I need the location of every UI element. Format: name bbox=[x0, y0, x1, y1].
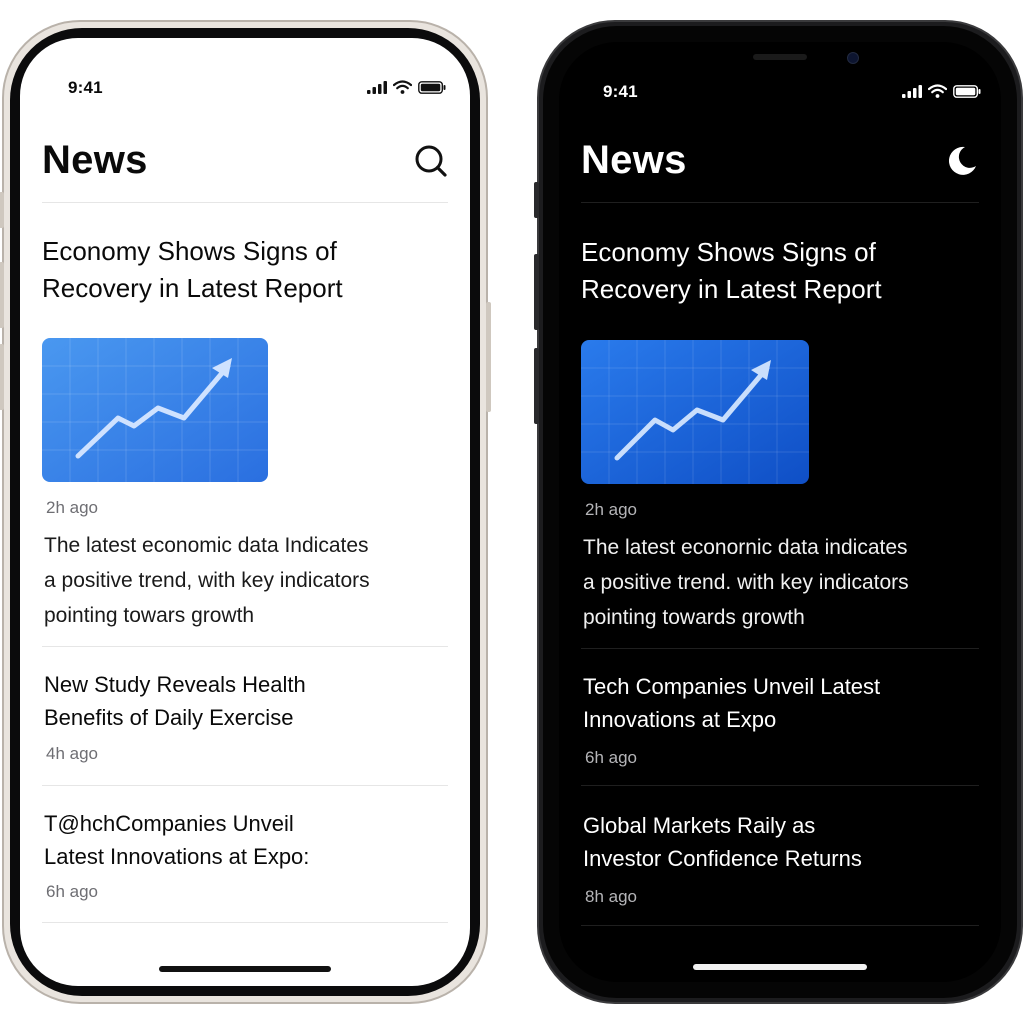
featured-headline: Economy Shows Signs of Recovery in Lates… bbox=[42, 233, 422, 307]
power-button bbox=[486, 302, 491, 412]
featured-headline-line: Recovery in Latest Report bbox=[581, 274, 882, 304]
home-indicator[interactable] bbox=[159, 966, 331, 972]
volume-up-button bbox=[0, 262, 4, 328]
status-bar: 9:41 bbox=[559, 82, 1001, 106]
article-title: New Study Reveals Health Benefits of Dai… bbox=[44, 668, 424, 734]
featured-image bbox=[581, 340, 809, 484]
article-title-line: Tech Companies Unveil Latest bbox=[583, 674, 881, 699]
featured-description-line: The latest economic data Indicates bbox=[44, 534, 369, 557]
featured-description-line: pointing towars growth bbox=[44, 604, 255, 627]
page-title: News bbox=[581, 138, 687, 182]
featured-time: 2h ago bbox=[46, 498, 98, 517]
moon-icon[interactable] bbox=[945, 144, 979, 178]
article-time: 6h ago bbox=[585, 748, 637, 767]
volume-up-button bbox=[534, 254, 539, 330]
featured-headline-line: Economy Shows Signs of bbox=[42, 236, 337, 266]
trend-chart-icon bbox=[42, 338, 268, 482]
article-title: T@hchCompanies Unveil Latest Innovations… bbox=[44, 807, 424, 873]
volume-down-button bbox=[0, 344, 4, 410]
featured-description: The latest economic data Indicates a pos… bbox=[44, 528, 444, 633]
status-bar: 9:41 bbox=[20, 78, 470, 102]
article-title: Tech Companies Unveil Latest Innovations… bbox=[583, 670, 963, 736]
featured-headline-line: Economy Shows Signs of bbox=[581, 237, 876, 267]
featured-description-line: pointing towards growth bbox=[583, 606, 805, 629]
dark-screen: 9:41 News Economy Shows Signs of Recover… bbox=[559, 42, 1001, 982]
front-camera bbox=[847, 52, 859, 64]
page-title: News bbox=[42, 138, 148, 182]
trend-chart-icon bbox=[581, 340, 809, 484]
article-divider bbox=[581, 785, 979, 786]
search-icon[interactable] bbox=[414, 144, 448, 178]
article-title-line: Benefits of Daily Exercise bbox=[44, 705, 294, 730]
article-divider bbox=[581, 925, 979, 926]
article-divider bbox=[42, 922, 448, 923]
article-divider bbox=[42, 646, 448, 647]
light-mode-phone: 9:41 News Economy Shows Signs of Recover… bbox=[0, 20, 491, 1004]
app-header: News bbox=[581, 138, 979, 198]
article-divider bbox=[581, 648, 979, 649]
header-divider bbox=[581, 202, 979, 203]
dark-mode-phone: 9:41 News Economy Shows Signs of Recover… bbox=[534, 20, 1023, 1004]
wifi-icon bbox=[393, 80, 412, 94]
status-icons bbox=[902, 84, 981, 98]
featured-time: 2h ago bbox=[585, 500, 637, 519]
app-header: News bbox=[42, 138, 448, 198]
article-title-line: Investor Confidence Returns bbox=[583, 846, 862, 871]
featured-headline: Economy Shows Signs of Recovery in Lates… bbox=[581, 234, 961, 308]
article-divider bbox=[42, 785, 448, 786]
battery-icon bbox=[953, 84, 981, 98]
home-indicator[interactable] bbox=[693, 964, 867, 970]
speaker-grille bbox=[753, 54, 807, 60]
featured-headline-line: Recovery in Latest Report bbox=[42, 273, 343, 303]
cellular-signal-icon bbox=[902, 84, 922, 98]
action-button bbox=[0, 192, 4, 228]
article-title-line: Latest Innovations at Expo: bbox=[44, 844, 310, 869]
featured-description-line: a positive trend, with key indicators bbox=[44, 569, 370, 592]
featured-image bbox=[42, 338, 268, 482]
volume-down-button bbox=[534, 348, 539, 424]
status-time: 9:41 bbox=[603, 82, 638, 101]
article-time: 4h ago bbox=[46, 744, 98, 763]
status-time: 9:41 bbox=[68, 78, 103, 97]
article-time: 8h ago bbox=[585, 887, 637, 906]
article-time: 6h ago bbox=[46, 882, 98, 901]
article-title: Global Markets Raily as Investor Confide… bbox=[583, 809, 963, 875]
wifi-icon bbox=[928, 84, 947, 98]
article-title-line: New Study Reveals Health bbox=[44, 672, 306, 697]
article-title-line: Innovations at Expo bbox=[583, 707, 777, 732]
article-title-line: Global Markets Raily as bbox=[583, 813, 816, 838]
article-title-line: T@hchCompanies Unveil bbox=[44, 811, 294, 836]
battery-icon bbox=[418, 80, 446, 94]
featured-description: The latest econornic data indicates a po… bbox=[583, 530, 983, 635]
featured-description-line: The latest econornic data indicates bbox=[583, 536, 908, 559]
action-button bbox=[534, 182, 539, 218]
header-divider bbox=[42, 202, 448, 203]
featured-description-line: a positive trend. with key indicators bbox=[583, 571, 909, 594]
status-icons bbox=[367, 80, 446, 94]
cellular-signal-icon bbox=[367, 80, 387, 94]
light-screen: 9:41 News Economy Shows Signs of Recover… bbox=[20, 38, 470, 986]
